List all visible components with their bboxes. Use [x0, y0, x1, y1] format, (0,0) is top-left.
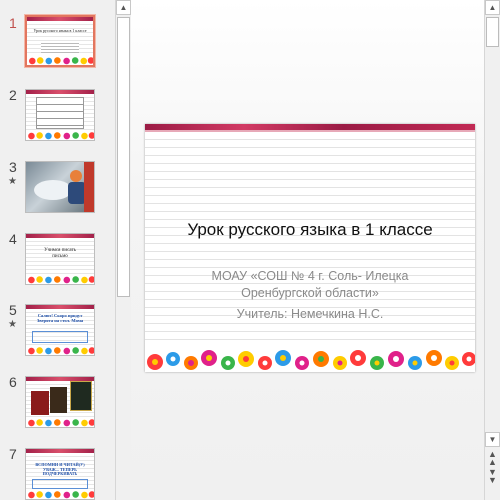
book-cover-3	[70, 381, 92, 411]
book-cover-2	[50, 387, 67, 413]
scroll-up-icon[interactable]: ▲	[485, 0, 500, 15]
animation-star-icon: ★	[8, 319, 17, 330]
previous-slide-icon[interactable]: ▲ ▲	[485, 450, 500, 467]
thumbnail-scrollbar[interactable]: ▲	[115, 0, 132, 500]
slide-thumbnail-image[interactable]: ВСПОМНИ И ЧИТАЙ(У) УВАЖ... ТЕПЕРЬ ПОДЧЕР…	[25, 448, 95, 500]
slide-number: 5	[9, 302, 17, 318]
slide-thumbnail-image[interactable]: Салют! Скоро придут Зверята на стол. Мам…	[25, 304, 95, 356]
boy-head	[70, 170, 82, 182]
slide-thumbnail-image[interactable]	[25, 161, 95, 213]
scroll-up-icon[interactable]: ▲	[116, 0, 131, 15]
animation-star-icon: ★	[8, 176, 17, 187]
scroll-down-icon[interactable]: ▼	[485, 432, 500, 447]
thumbnail-title: ВСПОМНИ И ЧИТАЙ(У) УВАЖ... ТЕПЕРЬ ПОДЧЕР…	[35, 462, 85, 477]
next-slide-icon[interactable]: ▼ ▼	[485, 468, 500, 485]
curtain	[84, 162, 94, 212]
slide-thumbnail-pane: 1 Урок русского языка в 1 классе 2 3 ★ 4…	[0, 0, 115, 500]
slide-number: 6	[9, 374, 17, 390]
thumbnail-title: Учимся писать письмо	[44, 248, 76, 259]
thumbnail-box	[32, 331, 88, 343]
slide-subtitle-line-1[interactable]: МОАУ «СОШ № 4 г. Соль- Илецка	[165, 268, 455, 285]
slide-thumbnail-image[interactable]: Учимся писать письмо	[25, 233, 95, 285]
current-slide[interactable]: Урок русского языка в 1 классе МОАУ «СОШ…	[145, 124, 475, 372]
thumbnail-subtitle-lines	[41, 41, 79, 53]
thumbnail-title: Урок русского языка в 1 классе	[33, 28, 87, 33]
slide-subtitle-line-2[interactable]: Оренбургской области»	[165, 285, 455, 302]
slide-teacher-line[interactable]: Учитель: Немечкина Н.С.	[165, 306, 455, 323]
slide-thumbnail-image[interactable]	[25, 376, 95, 428]
slide-number: 4	[9, 231, 17, 247]
scrollbar-thumb[interactable]	[486, 17, 499, 47]
slide-scrollbar[interactable]: ▲ ▼ ▲ ▲ ▼ ▼	[484, 0, 500, 500]
slide-number: 3	[9, 159, 17, 175]
scrollbar-thumb[interactable]	[117, 17, 130, 297]
flower-border	[145, 342, 475, 372]
table-shape	[34, 180, 72, 200]
slide-thumbnail-image[interactable]: Урок русского языка в 1 классе	[25, 15, 95, 67]
book-cover-1	[31, 391, 49, 415]
slide-title[interactable]: Урок русского языка в 1 классе	[145, 220, 475, 240]
thumbnail-table	[36, 97, 84, 129]
flower-border-art	[147, 350, 475, 370]
thumbnail-box	[32, 479, 88, 489]
slide-number: 7	[9, 446, 17, 462]
slide-thumbnail-image[interactable]	[25, 89, 95, 141]
slide-number: 2	[9, 87, 17, 103]
thumbnail-title: Салют! Скоро придут Зверята на стол. Мам…	[36, 313, 84, 323]
slide-number: 1	[9, 15, 17, 31]
